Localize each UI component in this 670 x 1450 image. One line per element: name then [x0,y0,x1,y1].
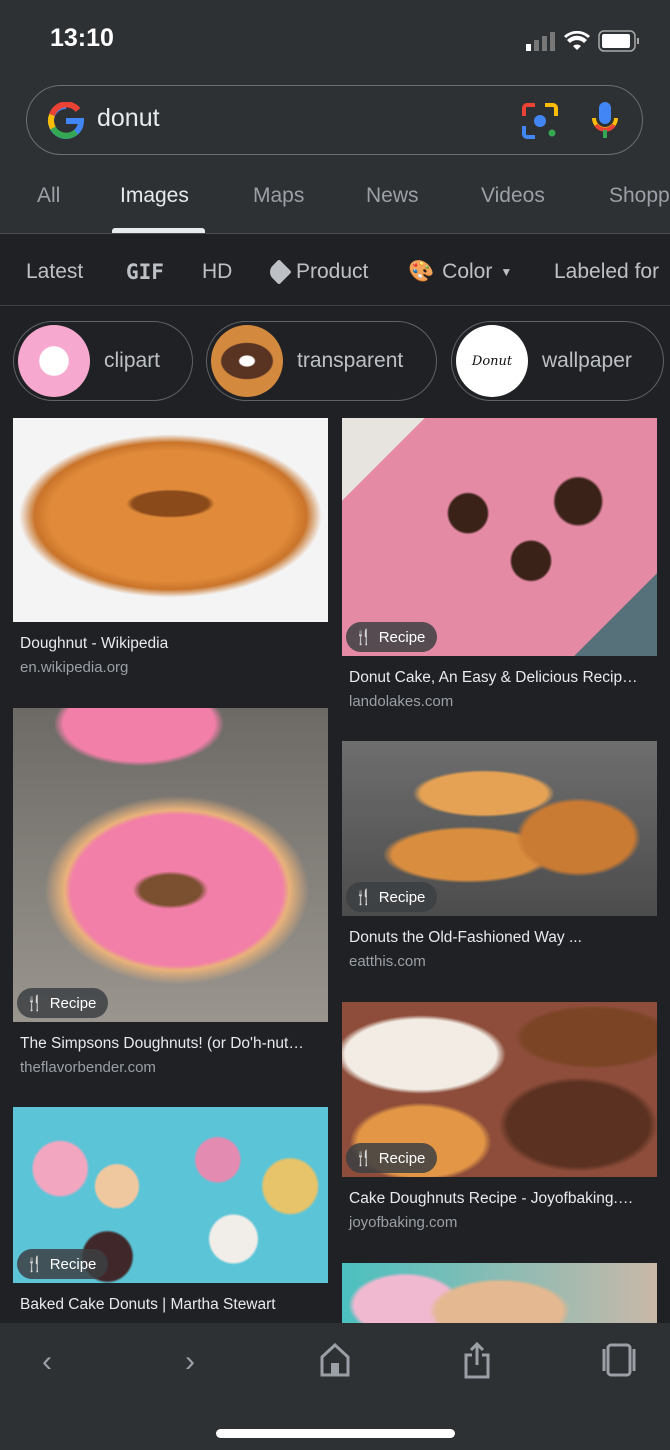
search-tabs: All Images Maps News Videos Shopp [0,184,670,234]
filter-color[interactable]: 🎨 Color ▼ [408,260,512,284]
result-image [342,1263,657,1323]
result-card[interactable] [342,1263,657,1323]
microphone-icon[interactable] [591,100,619,140]
result-card[interactable]: 🍴 Recipe The Simpsons Doughnuts! (or Do'h… [13,708,328,1076]
filter-latest[interactable]: Latest [26,260,83,284]
recipe-badge: 🍴 Recipe [17,988,109,1018]
chip-wallpaper[interactable]: Donut wallpaper [451,321,664,401]
result-card[interactable]: 🍴 Recipe Baked Cake Donuts | Martha Stewa… [13,1107,328,1314]
tab-images[interactable]: Images [120,184,189,208]
fork-knife-icon: 🍴 [25,995,44,1012]
tab-shopping[interactable]: Shopp [609,184,670,208]
filter-hd[interactable]: HD [202,260,232,284]
filter-bar: Latest GIF HD Product 🎨 Color ▼ Labeled fo… [0,234,670,306]
filter-product[interactable]: Product [266,259,369,285]
tab-news[interactable]: News [366,184,419,208]
tab-maps[interactable]: Maps [253,184,304,208]
forward-button[interactable]: › [185,1345,195,1379]
search-query[interactable]: donut [97,104,160,133]
result-image: 🍴 Recipe [342,741,657,916]
tag-icon [266,259,292,285]
result-title: Donut Cake, An Easy & Delicious Recip… [349,669,638,686]
result-source: theflavorbender.com [20,1059,156,1076]
lens-icon[interactable] [521,102,559,140]
status-time: 13:10 [50,24,114,52]
chip-label: wallpaper [542,349,632,372]
fork-knife-icon: 🍴 [354,889,373,906]
chip-label: clipart [104,349,161,372]
result-title: Doughnut - Wikipedia [20,635,169,652]
result-source: joyofbaking.com [349,1214,458,1231]
result-image: 🍴 Recipe [13,1107,328,1283]
filter-color-label: Color [442,260,493,283]
recipe-badge: 🍴 Recipe [17,1249,109,1279]
wifi-icon [564,31,590,50]
home-button[interactable] [320,1343,350,1377]
result-title: The Simpsons Doughnuts! (or Do'h-nut… [20,1035,304,1052]
active-tab-indicator [112,228,205,233]
fork-knife-icon: 🍴 [354,1150,373,1167]
recipe-badge: 🍴 Recipe [346,622,438,652]
chip-thumbnail: Donut [456,325,528,397]
palette-icon: 🎨 [408,260,435,283]
chip-thumbnail [211,325,283,397]
result-image: 🍴 Recipe [342,418,657,656]
chip-thumbnail [18,325,90,397]
result-source: landolakes.com [349,693,454,710]
tab-all[interactable]: All [37,184,60,208]
recipe-badge: 🍴 Recipe [346,1143,438,1173]
google-logo-icon [47,102,85,139]
result-source: en.wikipedia.org [20,659,129,676]
status-icons [526,30,640,52]
home-indicator[interactable] [216,1429,455,1438]
tab-videos[interactable]: Videos [481,184,545,208]
battery-icon [598,30,639,52]
back-button[interactable]: ‹ [42,1345,52,1379]
chip-label: transparent [297,349,404,372]
fork-knife-icon: 🍴 [354,629,373,646]
result-card[interactable]: 🍴 Recipe Donuts the Old-Fashioned Way ...… [342,741,657,970]
header: 13:10 donut All Images Maps News Videos … [0,0,670,234]
tabs-button[interactable] [602,1343,636,1377]
result-card[interactable]: Doughnut - Wikipedia en.wikipedia.org [13,418,328,676]
result-source: eatthis.com [349,953,426,970]
result-title: Cake Doughnuts Recipe - Joyofbaking.… [349,1190,634,1207]
chip-transparent[interactable]: transparent [206,321,437,401]
dropdown-arrow-icon: ▼ [500,265,513,279]
result-image: 🍴 Recipe [342,1002,657,1177]
result-image [13,418,328,622]
filter-product-label: Product [296,260,369,283]
chip-clipart[interactable]: clipart [13,321,193,401]
recipe-badge: 🍴 Recipe [346,882,438,912]
result-image: 🍴 Recipe [13,708,328,1022]
filter-gif[interactable]: GIF [126,260,164,284]
result-title: Baked Cake Donuts | Martha Stewart [20,1296,276,1313]
fork-knife-icon: 🍴 [25,1256,44,1273]
share-button[interactable] [463,1341,491,1379]
signal-icon [526,32,555,51]
result-card[interactable]: 🍴 Recipe Donut Cake, An Easy & Delicious … [342,418,657,710]
result-title: Donuts the Old-Fashioned Way ... [349,929,582,946]
filter-labeled[interactable]: Labeled for [554,260,659,284]
result-card[interactable]: 🍴 Recipe Cake Doughnuts Recipe - Joyofbak… [342,1002,657,1231]
